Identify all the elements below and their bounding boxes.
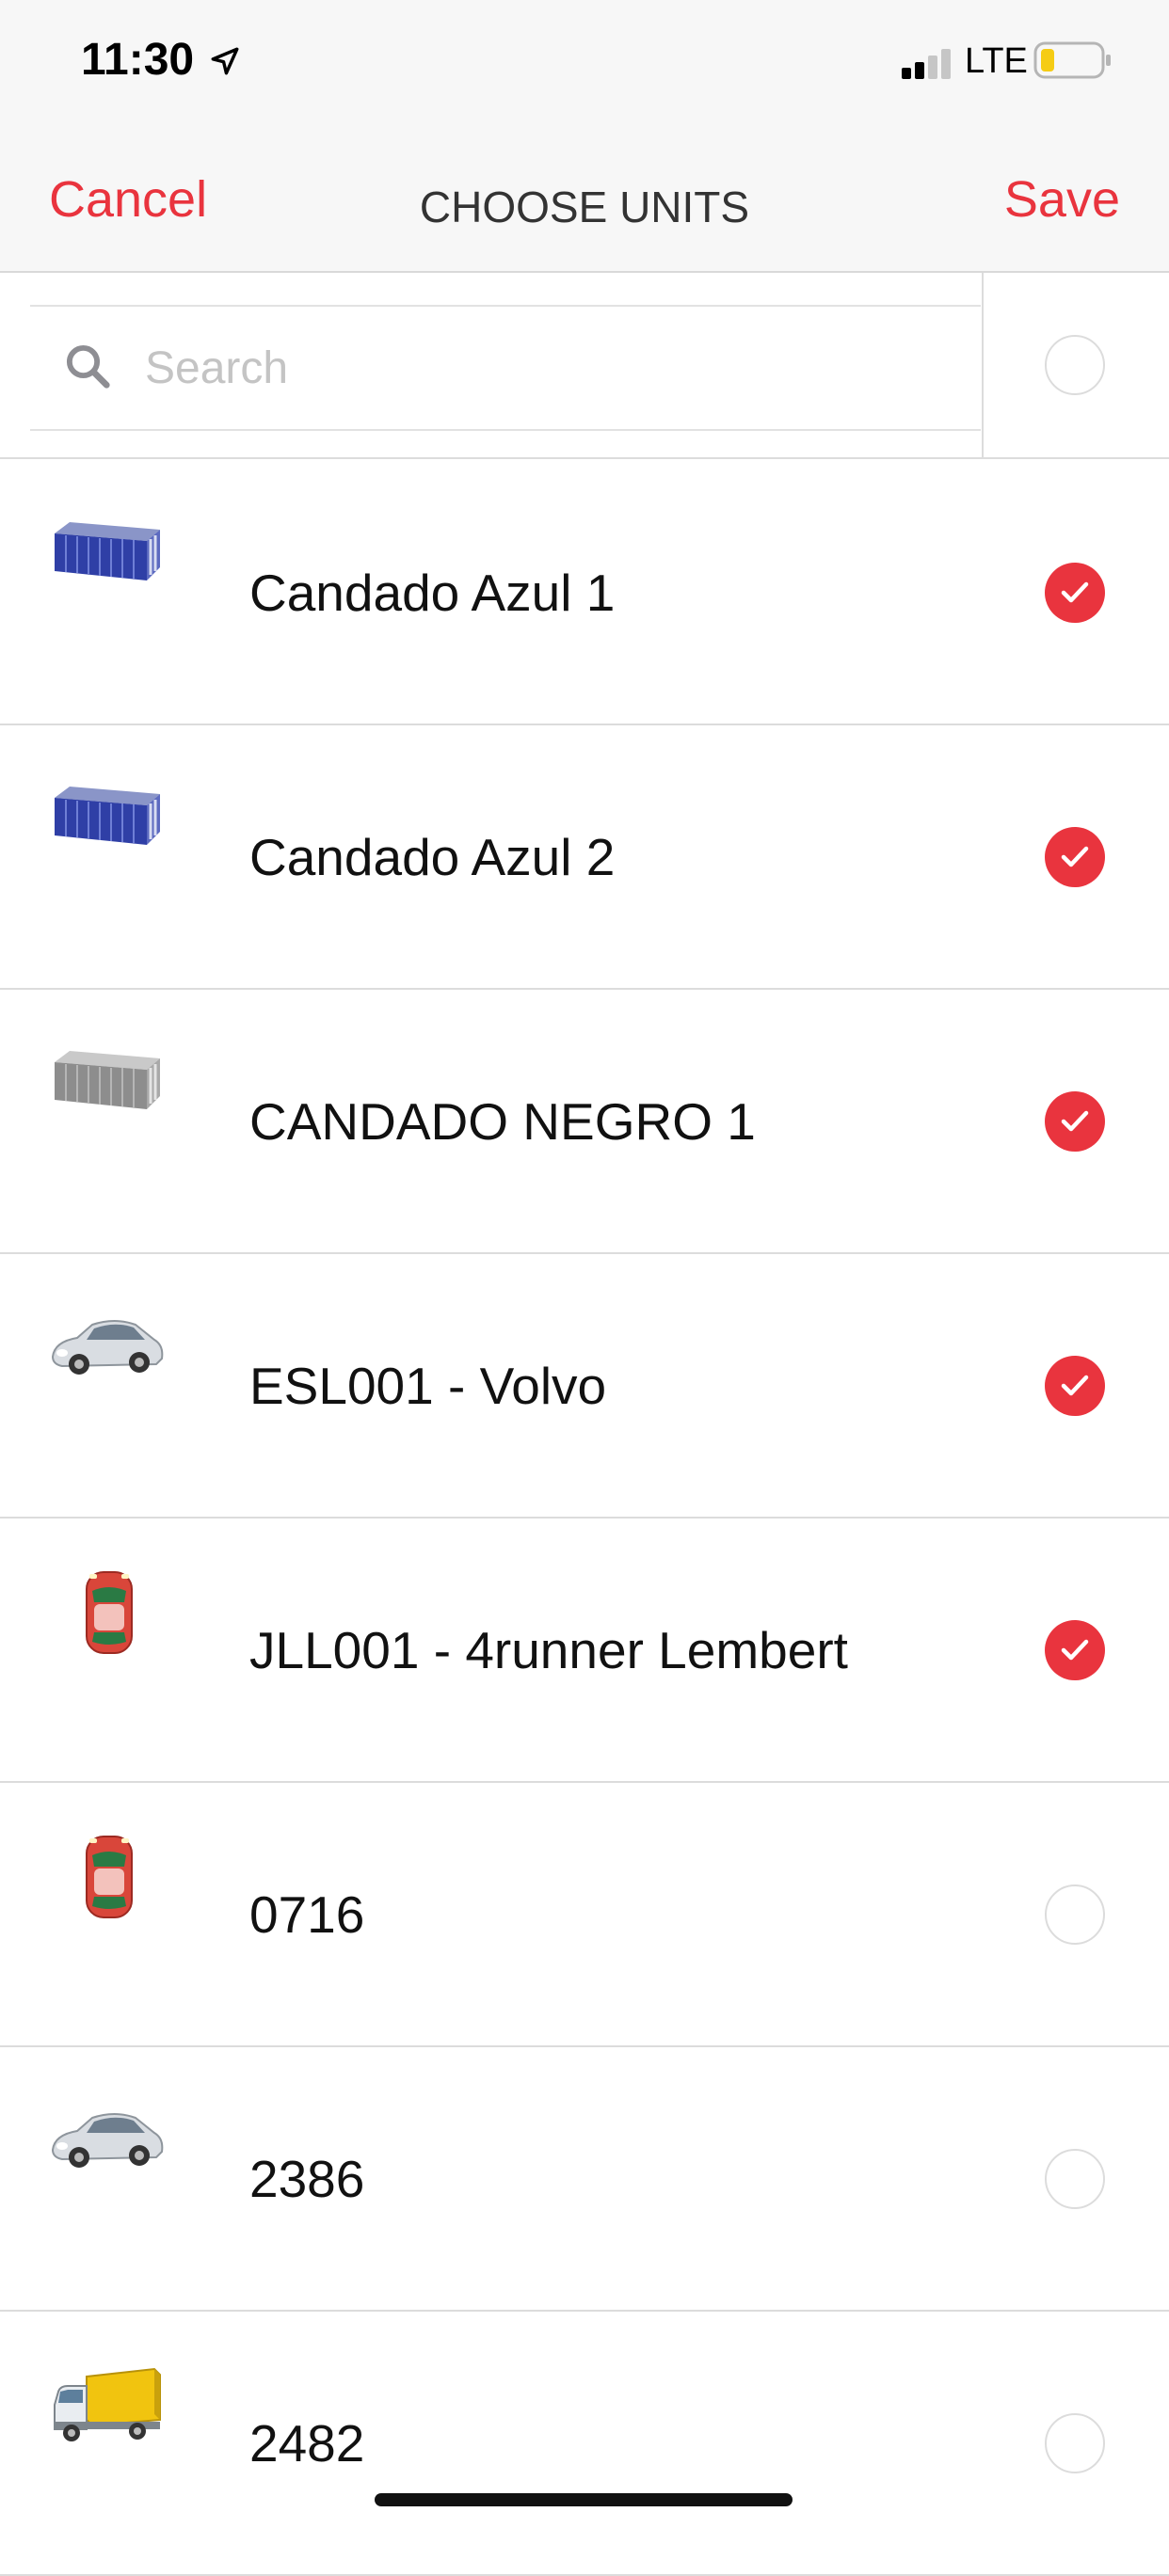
yellow-truck-icon	[49, 2363, 166, 2448]
save-button[interactable]: Save	[1004, 170, 1120, 229]
blue-container-icon	[49, 777, 166, 862]
unit-row[interactable]: Candado Azul 1	[0, 461, 1169, 725]
unit-name: 2482	[249, 2414, 365, 2473]
silver-car-icon	[49, 2099, 166, 2184]
search-row	[0, 273, 1169, 459]
home-indicator	[375, 2493, 793, 2506]
unit-row[interactable]: ESL001 - Volvo	[0, 1254, 1169, 1519]
select-all-checkbox[interactable]	[1045, 335, 1105, 395]
search-input[interactable]	[143, 329, 947, 406]
red-car-top-icon	[49, 1570, 166, 1655]
unit-row[interactable]: 2386	[0, 2047, 1169, 2312]
unchecked-checkbox[interactable]	[1045, 2149, 1105, 2209]
checked-checkbox[interactable]	[1045, 1620, 1105, 1680]
gray-container-icon	[49, 1042, 166, 1126]
status-bar: 11:30 LTE	[0, 0, 1169, 127]
unit-row[interactable]: Candado Azul 2	[0, 725, 1169, 990]
unit-name: ESL001 - Volvo	[249, 1357, 607, 1415]
search-icon	[66, 344, 110, 389]
navigation-bar: Cancel CHOOSE UNITS Save	[0, 127, 1169, 273]
search-box	[30, 305, 981, 431]
unit-name: JLL001 - 4runner Lembert	[249, 1621, 848, 1679]
checked-checkbox[interactable]	[1045, 563, 1105, 623]
battery-low-icon	[1033, 41, 1111, 79]
silver-car-icon	[49, 1306, 166, 1391]
unit-row[interactable]: JLL001 - 4runner Lembert	[0, 1519, 1169, 1783]
location-arrow-icon	[211, 47, 239, 75]
checked-checkbox[interactable]	[1045, 1091, 1105, 1152]
unit-name: Candado Azul 1	[249, 564, 616, 622]
unit-row[interactable]: 2482	[0, 2312, 1169, 2576]
checked-checkbox[interactable]	[1045, 1356, 1105, 1416]
unit-list: Candado Azul 1 Candado Azul 2 CANDADO NEGR…	[0, 461, 1169, 2576]
unchecked-checkbox[interactable]	[1045, 1884, 1105, 1945]
unit-row[interactable]: 0716	[0, 1783, 1169, 2047]
unit-name: Candado Azul 2	[249, 828, 616, 886]
unit-name: CANDADO NEGRO 1	[249, 1092, 756, 1151]
red-car-top-icon	[49, 1835, 166, 1919]
signal-bars-icon	[902, 47, 954, 79]
status-time: 11:30	[81, 35, 195, 85]
search-divider	[982, 273, 984, 457]
unit-row[interactable]: CANDADO NEGRO 1	[0, 990, 1169, 1254]
blue-container-icon	[49, 513, 166, 597]
network-type: LTE	[965, 41, 1028, 81]
unit-name: 2386	[249, 2150, 365, 2208]
unchecked-checkbox[interactable]	[1045, 2413, 1105, 2473]
unit-name: 0716	[249, 1885, 365, 1944]
page-title: CHOOSE UNITS	[419, 183, 750, 231]
checked-checkbox[interactable]	[1045, 827, 1105, 887]
